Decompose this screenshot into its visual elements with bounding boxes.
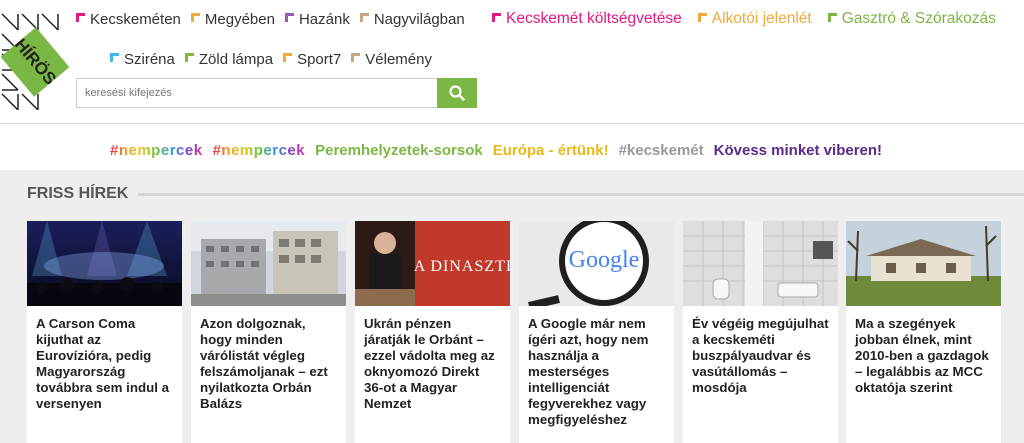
article-title[interactable]: Ukrán pénzen járatják le Orbánt – ezzel … xyxy=(355,306,510,412)
nav-item-gasztro[interactable]: Gasztró & Szórakozás xyxy=(827,10,996,28)
featured-nav: Kecskemét költségvetése Alkotói jelenlét… xyxy=(492,10,1012,28)
search-button[interactable] xyxy=(437,78,477,108)
article-image-concert xyxy=(27,221,182,306)
article-card[interactable]: Év végéig megújulhat a kecskeméti buszpá… xyxy=(683,221,838,443)
nav-item-alkotoi-jelenlet[interactable]: Alkotói jelenlét xyxy=(697,10,812,28)
corner-mark-icon xyxy=(697,12,707,22)
nav-item-kecskemeten[interactable]: Kecskeméten xyxy=(76,10,181,28)
corner-mark-icon xyxy=(76,12,85,22)
corner-mark-icon xyxy=(284,12,294,22)
nav-item-megyeben[interactable]: Megyében xyxy=(190,10,275,28)
section-title: FRISS HÍREK xyxy=(27,185,129,202)
nav-item-koltsegvetes[interactable]: Kecskemét költségvetése xyxy=(492,10,682,28)
site-logo[interactable]: HÍRÖS xyxy=(0,12,70,110)
nav-item-sport7[interactable]: Sport7 xyxy=(283,50,341,68)
nav-item-hazank[interactable]: Hazánk xyxy=(284,10,350,28)
site-header: HÍRÖS Kecskeméten Megyében Hazánk Nagyvi… xyxy=(0,0,1024,124)
main-nav: Kecskeméten Megyében Hazánk Nagyvilágban xyxy=(76,10,475,28)
nav-item-szirena[interactable]: Sziréna xyxy=(110,50,175,68)
search-icon xyxy=(449,85,465,101)
google-logo-text: Google xyxy=(569,247,640,273)
corner-mark-icon xyxy=(184,52,194,62)
corner-mark-icon xyxy=(351,52,361,62)
corner-mark-icon xyxy=(359,12,369,22)
article-card[interactable]: Google A Google már nem ígéri azt, hogy … xyxy=(519,221,674,443)
tag-kecskemet[interactable]: #kecskemét xyxy=(619,142,704,159)
tag-viber[interactable]: Kövess minket viberen! xyxy=(714,142,882,159)
tag-nempercek[interactable]: #nempercek xyxy=(110,142,203,159)
article-image-google: Google xyxy=(519,221,674,306)
article-title[interactable]: Ma a szegények jobban élnek, mint 2010-b… xyxy=(846,306,1001,396)
article-image-hospital xyxy=(191,221,346,306)
nav-item-nagyvilagban[interactable]: Nagyvilágban xyxy=(359,10,465,28)
tag-europa[interactable]: Európa - értünk! xyxy=(493,142,609,159)
article-card[interactable]: A Carson Coma kijuthat az Eurovízióra, p… xyxy=(27,221,182,443)
secondary-nav: Sziréna Zöld lámpa Sport7 Vélemény xyxy=(110,50,442,68)
article-image-poster: A DINASZTI xyxy=(355,221,510,306)
tag-nempercek-2[interactable]: #nempercek xyxy=(213,142,306,159)
tag-peremhelyzetek[interactable]: Peremhelyzetek-sorsok xyxy=(315,142,483,159)
article-card[interactable]: Azon dolgoznak, hogy minden várólistát v… xyxy=(191,221,346,443)
section-divider xyxy=(138,193,1024,196)
corner-mark-icon xyxy=(492,12,501,22)
article-image-village xyxy=(846,221,1001,306)
search-input[interactable] xyxy=(76,78,438,108)
corner-mark-icon xyxy=(110,52,119,62)
article-title[interactable]: Év végéig megújulhat a kecskeméti buszpá… xyxy=(683,306,838,396)
article-title[interactable]: Azon dolgoznak, hogy minden várólistát v… xyxy=(191,306,346,412)
hashtag-bar: #nempercek #nempercek Peremhelyzetek-sor… xyxy=(0,125,1024,170)
article-card[interactable]: Ma a szegények jobban élnek, mint 2010-b… xyxy=(846,221,1001,443)
article-image-restroom xyxy=(683,221,838,306)
poster-text: A DINASZTI xyxy=(414,258,510,275)
article-title[interactable]: A Google már nem ígéri azt, hogy nem has… xyxy=(519,306,674,428)
news-section: FRISS HÍREK A Carson Coma kijuthat az Eu… xyxy=(0,170,1024,443)
nav-item-zold-lampa[interactable]: Zöld lámpa xyxy=(184,50,273,68)
corner-mark-icon xyxy=(283,52,293,62)
article-title[interactable]: A Carson Coma kijuthat az Eurovízióra, p… xyxy=(27,306,182,412)
corner-mark-icon xyxy=(190,12,200,22)
article-card[interactable]: A DINASZTI Ukrán pénzen járatják le Orbá… xyxy=(355,221,510,443)
corner-mark-icon xyxy=(827,12,837,22)
nav-item-velemeny[interactable]: Vélemény xyxy=(351,50,432,68)
